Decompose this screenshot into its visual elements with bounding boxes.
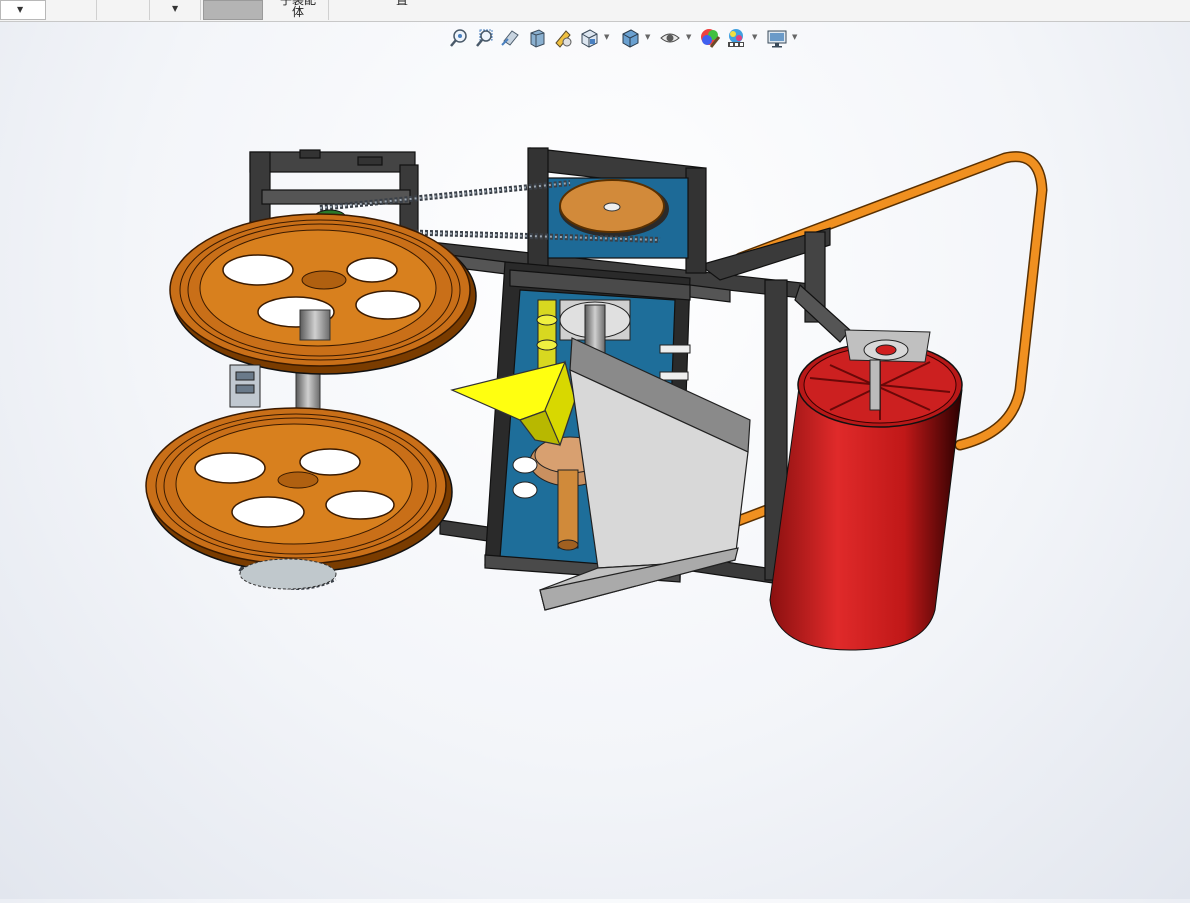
fertilizer-tank bbox=[769, 329, 963, 651]
toolbar-active-cell[interactable] bbox=[203, 0, 263, 20]
chevron-down-icon: ▼ bbox=[17, 5, 24, 14]
upper-sprocket bbox=[559, 179, 669, 237]
toolbar-cell[interactable] bbox=[46, 0, 97, 20]
configuration-dropdown[interactable]: ▼ bbox=[0, 0, 46, 20]
cad-model bbox=[145, 147, 1048, 651]
position-button[interactable]: 置 bbox=[329, 0, 469, 20]
lower-wheel bbox=[145, 407, 453, 573]
toolbar-cell[interactable] bbox=[97, 0, 150, 20]
subassembly-label: 子装配 体 bbox=[280, 0, 317, 19]
lower-sprocket bbox=[239, 558, 337, 590]
upper-wheel bbox=[169, 213, 477, 375]
graphics-area[interactable] bbox=[0, 22, 1190, 899]
toolbar-dropdown-cell[interactable]: ▼ bbox=[150, 0, 201, 20]
subassembly-button[interactable]: 子装配 体 bbox=[264, 0, 329, 20]
command-manager-strip: ▼ ▼ 子装配 体 置 bbox=[0, 0, 1190, 22]
chevron-down-icon: ▼ bbox=[172, 4, 179, 13]
position-label: 置 bbox=[396, 0, 409, 7]
side-bracket bbox=[229, 364, 261, 408]
